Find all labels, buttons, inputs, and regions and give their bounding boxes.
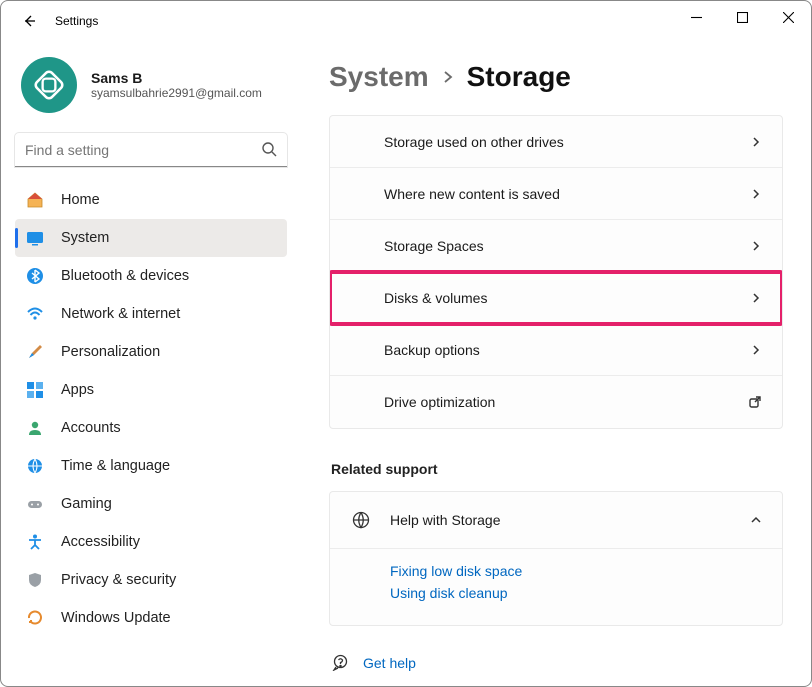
window-controls bbox=[673, 1, 811, 33]
row-label: Where new content is saved bbox=[384, 186, 560, 202]
arrow-left-icon bbox=[21, 13, 37, 29]
sidebar-item-privacy[interactable]: Privacy & security bbox=[15, 561, 287, 599]
globe-icon bbox=[350, 510, 372, 530]
breadcrumb-parent[interactable]: System bbox=[329, 61, 429, 93]
sidebar-item-personalization[interactable]: Personalization bbox=[15, 333, 287, 371]
help-card: Help with Storage Fixing low disk space … bbox=[329, 491, 783, 626]
help-link-low-disk-space[interactable]: Fixing low disk space bbox=[390, 563, 762, 579]
row-storage-other-drives[interactable]: Storage used on other drives bbox=[330, 116, 782, 168]
nav-list: Home System Bluetooth & devices Network … bbox=[15, 181, 287, 637]
gamepad-icon bbox=[25, 494, 45, 514]
window-title: Settings bbox=[55, 14, 98, 28]
breadcrumb: System Storage bbox=[329, 61, 783, 93]
home-icon bbox=[25, 190, 45, 210]
bluetooth-icon bbox=[25, 266, 45, 286]
apps-icon bbox=[25, 380, 45, 400]
sidebar-item-label: Time & language bbox=[61, 458, 170, 474]
sidebar-item-network[interactable]: Network & internet bbox=[15, 295, 287, 333]
titlebar: Settings bbox=[1, 1, 811, 41]
chevron-right-icon bbox=[750, 136, 762, 148]
profile-email: syamsulbahrie2991@gmail.com bbox=[91, 86, 262, 100]
main-content: System Storage Storage used on other dri… bbox=[301, 41, 811, 686]
chevron-right-icon bbox=[441, 70, 455, 84]
back-button[interactable] bbox=[17, 13, 41, 29]
related-support-heading: Related support bbox=[331, 461, 783, 477]
sidebar-item-label: Accessibility bbox=[61, 534, 140, 550]
row-backup-options[interactable]: Backup options bbox=[330, 324, 782, 376]
wifi-icon bbox=[25, 304, 45, 324]
row-label: Storage used on other drives bbox=[384, 134, 564, 150]
breadcrumb-current: Storage bbox=[467, 61, 571, 93]
sidebar-item-accounts[interactable]: Accounts bbox=[15, 409, 287, 447]
shield-icon bbox=[25, 570, 45, 590]
row-where-content-saved[interactable]: Where new content is saved bbox=[330, 168, 782, 220]
close-button[interactable] bbox=[765, 1, 811, 33]
maximize-icon bbox=[737, 12, 748, 23]
get-help-label: Get help bbox=[363, 655, 416, 671]
chevron-right-icon bbox=[750, 344, 762, 356]
sidebar-item-label: Windows Update bbox=[61, 610, 171, 626]
sidebar-item-label: Network & internet bbox=[61, 306, 180, 322]
avatar-knot-icon bbox=[32, 68, 66, 102]
chevron-right-icon bbox=[750, 292, 762, 304]
minimize-button[interactable] bbox=[673, 1, 719, 33]
brush-icon bbox=[25, 342, 45, 362]
sidebar-item-label: Apps bbox=[61, 382, 94, 398]
sidebar-item-label: Home bbox=[61, 192, 100, 208]
person-icon bbox=[25, 418, 45, 438]
chevron-right-icon bbox=[750, 240, 762, 252]
chevron-up-icon bbox=[750, 514, 762, 526]
help-card-body: Fixing low disk space Using disk cleanup bbox=[330, 548, 782, 625]
sidebar-item-label: Privacy & security bbox=[61, 572, 176, 588]
row-label: Disks & volumes bbox=[384, 290, 487, 306]
globe-clock-icon bbox=[25, 456, 45, 476]
sidebar-item-time[interactable]: Time & language bbox=[15, 447, 287, 485]
help-card-toggle[interactable]: Help with Storage bbox=[330, 492, 782, 548]
search-input[interactable] bbox=[15, 133, 287, 167]
row-drive-optimization[interactable]: Drive optimization bbox=[330, 376, 782, 428]
sidebar-item-system[interactable]: System bbox=[15, 219, 287, 257]
search-box bbox=[15, 133, 287, 167]
maximize-button[interactable] bbox=[719, 1, 765, 33]
system-icon bbox=[25, 228, 45, 248]
sidebar-item-label: Accounts bbox=[61, 420, 121, 436]
help-card-title: Help with Storage bbox=[390, 512, 501, 528]
profile-name: Sams B bbox=[91, 70, 262, 86]
sidebar-item-label: System bbox=[61, 230, 109, 246]
chevron-right-icon bbox=[750, 188, 762, 200]
sidebar-item-apps[interactable]: Apps bbox=[15, 371, 287, 409]
avatar bbox=[21, 57, 77, 113]
sidebar-item-update[interactable]: Windows Update bbox=[15, 599, 287, 637]
sidebar-item-label: Personalization bbox=[61, 344, 160, 360]
row-disks-volumes[interactable]: Disks & volumes bbox=[330, 272, 782, 324]
row-label: Storage Spaces bbox=[384, 238, 484, 254]
sidebar-item-accessibility[interactable]: Accessibility bbox=[15, 523, 287, 561]
external-link-icon bbox=[748, 395, 762, 409]
sidebar-item-bluetooth[interactable]: Bluetooth & devices bbox=[15, 257, 287, 295]
get-help-link[interactable]: Get help bbox=[329, 654, 783, 671]
row-label: Backup options bbox=[384, 342, 480, 358]
accessibility-icon bbox=[25, 532, 45, 552]
help-chat-icon bbox=[331, 654, 349, 671]
search-icon bbox=[261, 141, 277, 157]
row-label: Drive optimization bbox=[384, 394, 495, 410]
sidebar-item-home[interactable]: Home bbox=[15, 181, 287, 219]
update-icon bbox=[25, 608, 45, 628]
help-link-disk-cleanup[interactable]: Using disk cleanup bbox=[390, 585, 762, 601]
sidebar: Sams B syamsulbahrie2991@gmail.com Home … bbox=[1, 41, 301, 686]
row-storage-spaces[interactable]: Storage Spaces bbox=[330, 220, 782, 272]
sidebar-item-label: Bluetooth & devices bbox=[61, 268, 189, 284]
profile-block[interactable]: Sams B syamsulbahrie2991@gmail.com bbox=[15, 51, 287, 127]
minimize-icon bbox=[691, 12, 702, 23]
sidebar-item-gaming[interactable]: Gaming bbox=[15, 485, 287, 523]
sidebar-item-label: Gaming bbox=[61, 496, 112, 512]
close-icon bbox=[783, 12, 794, 23]
storage-settings-list: Storage used on other drives Where new c… bbox=[329, 115, 783, 429]
